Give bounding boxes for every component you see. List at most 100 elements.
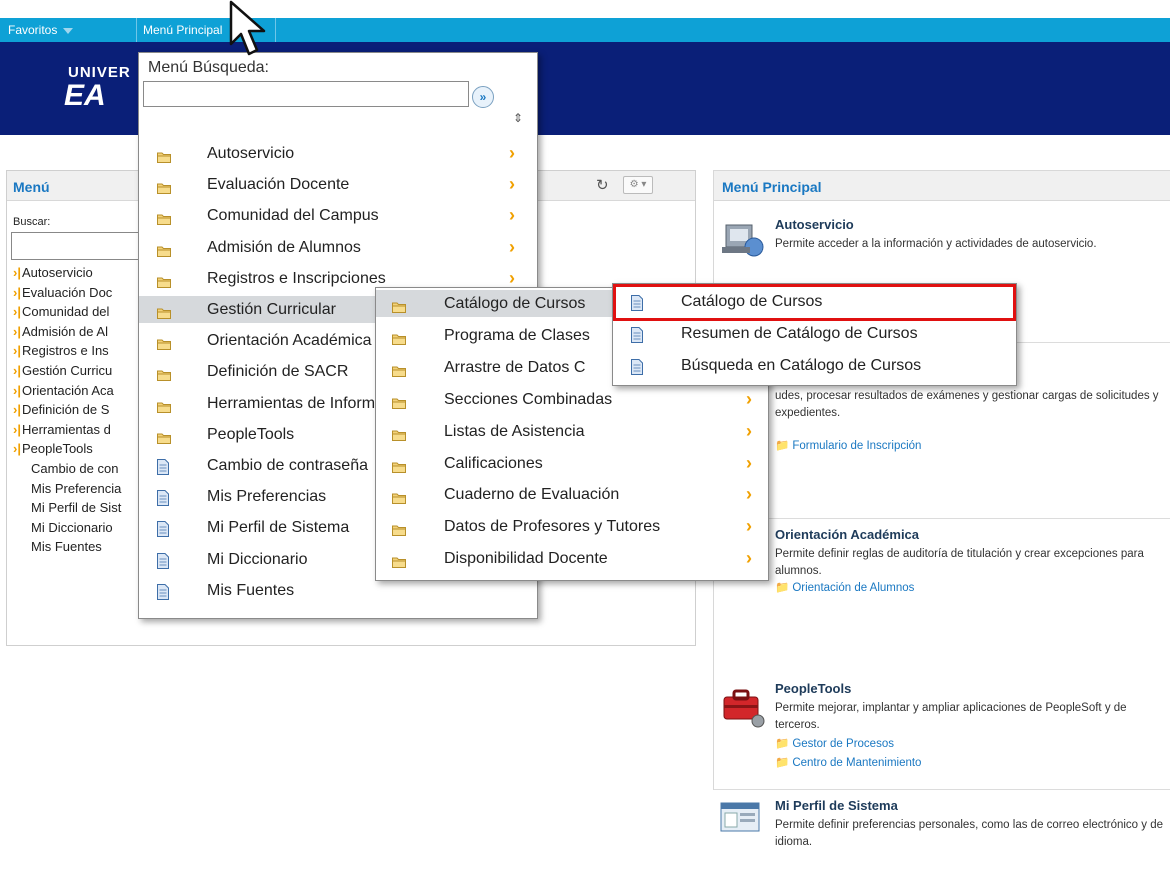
menu-item-autoservicio[interactable]: Autoservicio › — [139, 140, 537, 167]
menu-item-evaluacion-doc[interactable]: ›|Evaluación Doc — [13, 283, 112, 303]
main-menu-pagelet-header: Menú Principal — [714, 171, 1170, 201]
page-icon — [157, 582, 169, 609]
link-orientacion-alumnos[interactable]: 📁 Orientación de Alumnos — [775, 580, 914, 594]
menu-item-admision-de-alumnos[interactable]: Admisión de Alumnos › — [139, 234, 537, 261]
main-menu-pagelet: Menú Principal Autoservicio Permite acce… — [713, 170, 1170, 848]
menu-item-label: Evaluación Doc — [21, 284, 113, 300]
section-title[interactable]: Autoservicio — [775, 217, 854, 232]
section-title[interactable]: Orientación Académica — [775, 527, 919, 542]
menu-item-datos-de-profesores-y-tutores[interactable]: Datos de Profesores y Tutores › — [376, 513, 768, 540]
chevron-right-icon: ›| — [13, 363, 21, 378]
menu-item-orientacion-aca[interactable]: ›|Orientación Aca — [13, 381, 114, 401]
menu-item-label: Herramientas de Informe — [207, 394, 384, 412]
favorites-menu[interactable]: Favoritos — [8, 18, 74, 42]
menu-item-comunidad-del[interactable]: ›|Comunidad del — [13, 302, 109, 322]
folder-icon — [157, 239, 171, 266]
folder-icon — [157, 395, 171, 422]
folder-icon: 📁 — [775, 757, 790, 769]
chevron-right-icon: › — [746, 484, 752, 505]
folder-icon — [392, 550, 406, 577]
menu-item-mis-preferencia[interactable]: Mis Preferencia — [13, 479, 121, 499]
folder-icon — [392, 359, 406, 386]
chevron-right-icon: › — [509, 236, 515, 257]
chevron-right-icon: ›| — [13, 265, 21, 280]
chevron-right-icon: › — [746, 420, 752, 441]
menu-item-label: Mis Preferencia — [31, 480, 122, 496]
menu-item-label: Definición de S — [21, 402, 110, 418]
menu-search-field[interactable] — [143, 81, 469, 107]
chevron-right-icon: › — [746, 548, 752, 569]
menu-item-label: Admisión de Al — [21, 323, 108, 339]
menu-item-calificaciones[interactable]: Calificaciones › — [376, 450, 768, 477]
page-icon — [631, 357, 643, 384]
top-navbar: Favoritos Menú Principal — [0, 18, 1170, 42]
refresh-icon[interactable]: ↻ — [596, 176, 609, 194]
page-icon — [157, 551, 169, 578]
gear-icon[interactable]: ⚙ ▾ — [623, 176, 653, 194]
folder-icon — [157, 301, 171, 328]
section-description: udes, procesar resultados de exámenes y … — [775, 390, 1159, 419]
menu-item-evaluacion-docente[interactable]: Evaluación Docente › — [139, 171, 537, 198]
menu-item-label: Comunidad del — [21, 304, 110, 320]
menu-item-cuaderno-de-evaluacion[interactable]: Cuaderno de Evaluación › — [376, 481, 768, 508]
chevron-right-icon: › — [509, 174, 515, 195]
chevron-right-icon: › — [746, 388, 752, 409]
menu-item-definicion-de-s[interactable]: ›|Definición de S — [13, 400, 109, 420]
menu-item-label: Cambio de contraseña — [207, 457, 368, 474]
menu-item-mis-fuentes[interactable]: Mis Fuentes — [13, 537, 102, 557]
section-orientacion: Orientación Académica Permite definir re… — [714, 527, 1170, 647]
menu-item-secciones-combinadas[interactable]: Secciones Combinadas › — [376, 386, 768, 413]
highlight-box — [613, 284, 1016, 321]
menu-item-mi-perfil-de-sist[interactable]: Mi Perfil de Sist — [13, 498, 121, 518]
section-title[interactable]: PeopleTools — [775, 681, 851, 696]
menu-item-label: Registros e Inscripciones — [207, 269, 386, 287]
folder-icon — [392, 295, 406, 322]
link-gestor-procesos[interactable]: 📁 Gestor de Procesos — [775, 736, 894, 750]
chevron-right-icon: › — [746, 516, 752, 537]
menu-item-label: Catálogo de Cursos — [444, 295, 586, 312]
search-go-icon[interactable]: » — [472, 86, 494, 108]
chevron-right-icon: › — [509, 205, 515, 226]
menu-item-label: Orientación Aca — [21, 382, 114, 398]
menu-item-label: PeopleTools — [207, 425, 295, 443]
page-icon — [157, 457, 169, 484]
link-formulario-inscripcion[interactable]: 📁 Formulario de Inscripción — [775, 438, 921, 452]
folder-icon — [392, 518, 406, 545]
divider — [714, 518, 1170, 519]
sort-icon[interactable]: ⇕ — [513, 111, 523, 125]
link-centro-mantenimiento[interactable]: 📁 Centro de Mantenimiento — [775, 755, 921, 769]
chevron-right-icon: › — [509, 143, 515, 163]
menu-item-gestion-curricu[interactable]: ›|Gestión Curricu — [13, 361, 112, 381]
chevron-right-icon: ›| — [13, 323, 21, 339]
menu-item-cambio-de-con[interactable]: Cambio de con — [13, 459, 118, 479]
menu-item-busqueda-en-catalogo-de-cursos[interactable]: Búsqueda en Catálogo de Cursos — [613, 352, 1016, 379]
menu-item-label: Cuaderno de Evaluación — [444, 486, 620, 504]
menu-item-mi-diccionario[interactable]: Mi Diccionario — [13, 518, 113, 538]
chevron-right-icon: ›| — [13, 402, 21, 418]
folder-icon: 📁 — [775, 582, 790, 594]
main-menu-pagelet-title: Menú Principal — [722, 179, 822, 195]
menu-item-admision-de-al[interactable]: ›|Admisión de Al — [13, 322, 108, 342]
menu-item-label: Búsqueda en Catálogo de Cursos — [681, 357, 922, 374]
menu-item-resumen-de-catalogo-de-cursos[interactable]: Resumen de Catálogo de Cursos — [613, 320, 1016, 347]
menu-item-listas-de-asistencia[interactable]: Listas de Asistencia › — [376, 418, 768, 445]
search-label: Buscar: — [13, 216, 51, 228]
menu-item-label: Registros e Ins — [21, 343, 109, 359]
section-title[interactable]: Mi Perfil de Sistema — [775, 798, 898, 813]
chevron-right-icon: ›| — [13, 304, 21, 320]
section-description: Permite definir preferencias personales,… — [775, 819, 1163, 848]
menu-item-autoservicio[interactable]: ›|Autoservicio — [13, 263, 93, 283]
menu-item-herramientas-d[interactable]: ›|Herramientas d — [13, 420, 111, 440]
menu-item-comunidad-del-campus[interactable]: Comunidad del Campus › — [139, 202, 537, 229]
folder-icon — [157, 176, 171, 203]
menu-item-label: Secciones Combinadas — [444, 390, 613, 408]
menu-item-disponibilidad-docente[interactable]: Disponibilidad Docente › — [376, 545, 768, 572]
chevron-right-icon: › — [746, 452, 752, 473]
menu-item-peopletools[interactable]: ›|PeopleTools — [13, 439, 93, 459]
chevron-right-icon: ›| — [13, 421, 21, 437]
profile-window-icon — [720, 802, 760, 832]
logo-text-bottom: EA — [64, 79, 106, 112]
menu-item-label: Resumen de Catálogo de Cursos — [681, 325, 918, 342]
menu-item-label: Calificaciones — [444, 454, 543, 472]
menu-item-registros-e-ins[interactable]: ›|Registros e Ins — [13, 341, 109, 361]
